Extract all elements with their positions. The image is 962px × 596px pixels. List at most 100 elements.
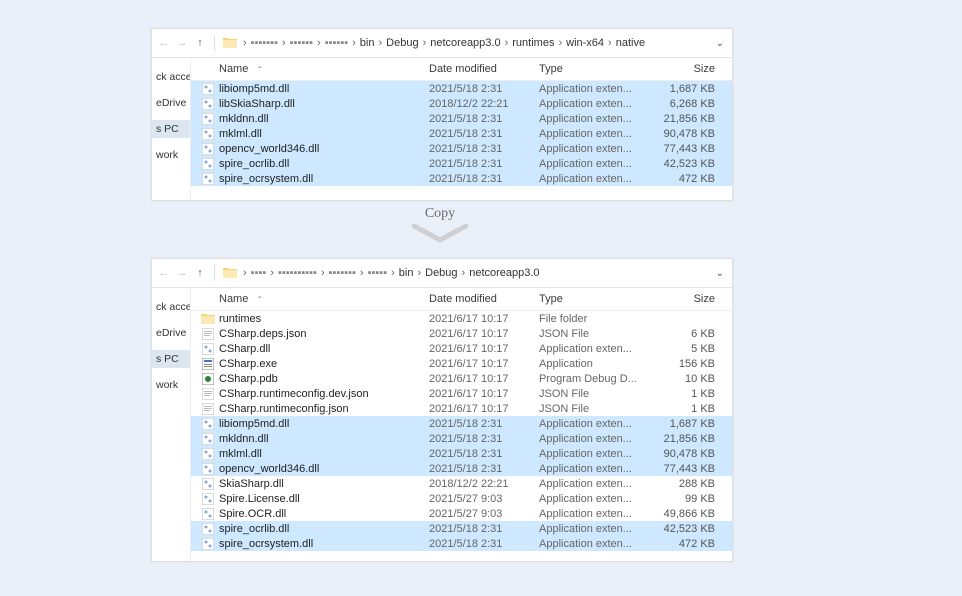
file-type: Application exten... [539,173,653,185]
file-name: mklml.dll [219,448,429,460]
breadcrumb-item[interactable]: win-x64 [564,37,606,49]
file-row[interactable]: opencv_world346.dll2021/5/18 2:31Applica… [191,141,732,156]
file-size: 472 KB [653,538,721,550]
dll-icon [201,417,215,431]
breadcrumb-item[interactable]: Debug [384,37,420,49]
pdb-icon [201,372,215,386]
col-type[interactable]: Type [539,293,653,305]
file-row[interactable]: CSharp.runtimeconfig.json2021/6/17 10:17… [191,401,732,416]
sidebar-item[interactable]: ck access [152,298,190,316]
breadcrumb-item[interactable]: netcoreapp3.0 [428,37,502,49]
sidebar-item[interactable]: work [152,376,190,394]
file-row[interactable]: CSharp.runtimeconfig.dev.json2021/6/17 1… [191,386,732,401]
breadcrumb-item[interactable]: runtimes [510,37,556,49]
nav-back-icon[interactable]: ← [156,35,172,51]
file-type: Application exten... [539,143,653,155]
address-bar[interactable]: ← → ↑ › ▪▪▪▪▪▪▪ › ▪▪▪▪▪▪ › ▪▪▪▪▪▪ › bin … [152,29,732,58]
sidebar-item[interactable]: work [152,146,190,164]
breadcrumb-item[interactable]: bin [358,37,377,49]
file-size: 77,443 KB [653,143,721,155]
file-row[interactable]: Spire.OCR.dll2021/5/27 9:03Application e… [191,506,732,521]
sidebar-item[interactable]: eDrive [152,94,190,112]
dll-icon [201,432,215,446]
file-name: mklml.dll [219,128,429,140]
breadcrumb-item[interactable]: native [614,37,647,49]
col-type[interactable]: Type [539,63,653,75]
dll-icon [201,112,215,126]
file-size: 1 KB [653,388,721,400]
file-row[interactable]: runtimes2021/6/17 10:17File folder [191,311,732,326]
file-name: spire_ocrlib.dll [219,523,429,535]
file-row[interactable]: CSharp.dll2021/6/17 10:17Application ext… [191,341,732,356]
file-row[interactable]: mkldnn.dll2021/5/18 2:31Application exte… [191,111,732,126]
breadcrumb-item[interactable]: netcoreapp3.0 [467,267,541,279]
file-size: 10 KB [653,373,721,385]
breadcrumb-item[interactable]: Debug [423,267,459,279]
file-type: JSON File [539,403,653,415]
breadcrumb-dropdown-icon[interactable]: ⌄ [716,38,724,49]
file-row[interactable]: SkiaSharp.dll2018/12/2 22:21Application … [191,476,732,491]
sort-indicator-icon: ⌃ [256,65,263,74]
sidebar-item[interactable]: eDrive [152,324,190,342]
col-name[interactable]: Name [219,63,248,75]
file-row[interactable]: spire_ocrlib.dll2021/5/18 2:31Applicatio… [191,521,732,536]
file-row[interactable]: spire_ocrsystem.dll2021/5/18 2:31Applica… [191,536,732,551]
dll-icon [201,172,215,186]
nav-forward-icon[interactable]: → [174,265,190,281]
col-date[interactable]: Date modified [429,63,539,75]
nav-forward-icon[interactable]: → [174,35,190,51]
file-list[interactable]: libiomp5md.dll2021/5/18 2:31Application … [191,81,732,186]
dll-icon [201,492,215,506]
col-date[interactable]: Date modified [429,293,539,305]
file-row[interactable]: Spire.License.dll2021/5/27 9:03Applicati… [191,491,732,506]
file-row[interactable]: spire_ocrlib.dll2021/5/18 2:31Applicatio… [191,156,732,171]
file-row[interactable]: CSharp.exe2021/6/17 10:17Application156 … [191,356,732,371]
column-headers[interactable]: Name ⌃ Date modified Type Size [191,58,732,81]
nav-up-icon[interactable]: ↑ [192,265,208,281]
file-size: 288 KB [653,478,721,490]
file-date: 2021/5/18 2:31 [429,448,539,460]
dll-icon [201,477,215,491]
nav-back-icon[interactable]: ← [156,265,172,281]
file-date: 2021/5/18 2:31 [429,538,539,550]
file-type: File folder [539,313,653,325]
col-size[interactable]: Size [653,63,721,75]
dll-icon [201,507,215,521]
file-type: Application exten... [539,493,653,505]
dll-icon [201,82,215,96]
file-row[interactable]: CSharp.deps.json2021/6/17 10:17JSON File… [191,326,732,341]
file-row[interactable]: libSkiaSharp.dll2018/12/2 22:21Applicati… [191,96,732,111]
file-size: 90,478 KB [653,128,721,140]
json-icon [201,387,215,401]
column-headers[interactable]: Name ⌃ Date modified Type Size [191,288,732,311]
file-type: Application exten... [539,523,653,535]
file-date: 2021/6/17 10:17 [429,373,539,385]
file-list[interactable]: runtimes2021/6/17 10:17File folderCSharp… [191,311,732,551]
sort-indicator-icon: ⌃ [256,295,263,304]
col-name[interactable]: Name [219,293,248,305]
file-row[interactable]: mkldnn.dll2021/5/18 2:31Application exte… [191,431,732,446]
file-date: 2021/6/17 10:17 [429,313,539,325]
breadcrumb-item[interactable]: bin [397,267,416,279]
file-name: CSharp.runtimeconfig.dev.json [219,388,429,400]
file-row[interactable]: libiomp5md.dll2021/5/18 2:31Application … [191,81,732,96]
breadcrumb-dropdown-icon[interactable]: ⌄ [716,268,724,279]
nav-up-icon[interactable]: ↑ [192,35,208,51]
sidebar-item[interactable]: s PC [152,350,190,368]
file-date: 2021/5/18 2:31 [429,433,539,445]
file-name: libSkiaSharp.dll [219,98,429,110]
file-row[interactable]: opencv_world346.dll2021/5/18 2:31Applica… [191,461,732,476]
file-row[interactable]: CSharp.pdb2021/6/17 10:17Program Debug D… [191,371,732,386]
file-row[interactable]: mklml.dll2021/5/18 2:31Application exten… [191,126,732,141]
explorer-top: ← → ↑ › ▪▪▪▪▪▪▪ › ▪▪▪▪▪▪ › ▪▪▪▪▪▪ › bin … [151,28,733,201]
address-bar[interactable]: ← → ↑ › ▪▪▪▪ › ▪▪▪▪▪▪▪▪▪▪ › ▪▪▪▪▪▪▪ › ▪▪… [152,259,732,288]
col-size[interactable]: Size [653,293,721,305]
file-row[interactable]: spire_ocrsystem.dll2021/5/18 2:31Applica… [191,171,732,186]
file-type: Application exten... [539,98,653,110]
exe-icon [201,357,215,371]
file-size: 49,866 KB [653,508,721,520]
file-row[interactable]: mklml.dll2021/5/18 2:31Application exten… [191,446,732,461]
sidebar-item[interactable]: s PC [152,120,190,138]
sidebar-item[interactable]: ck access [152,68,190,86]
file-row[interactable]: libiomp5md.dll2021/5/18 2:31Application … [191,416,732,431]
